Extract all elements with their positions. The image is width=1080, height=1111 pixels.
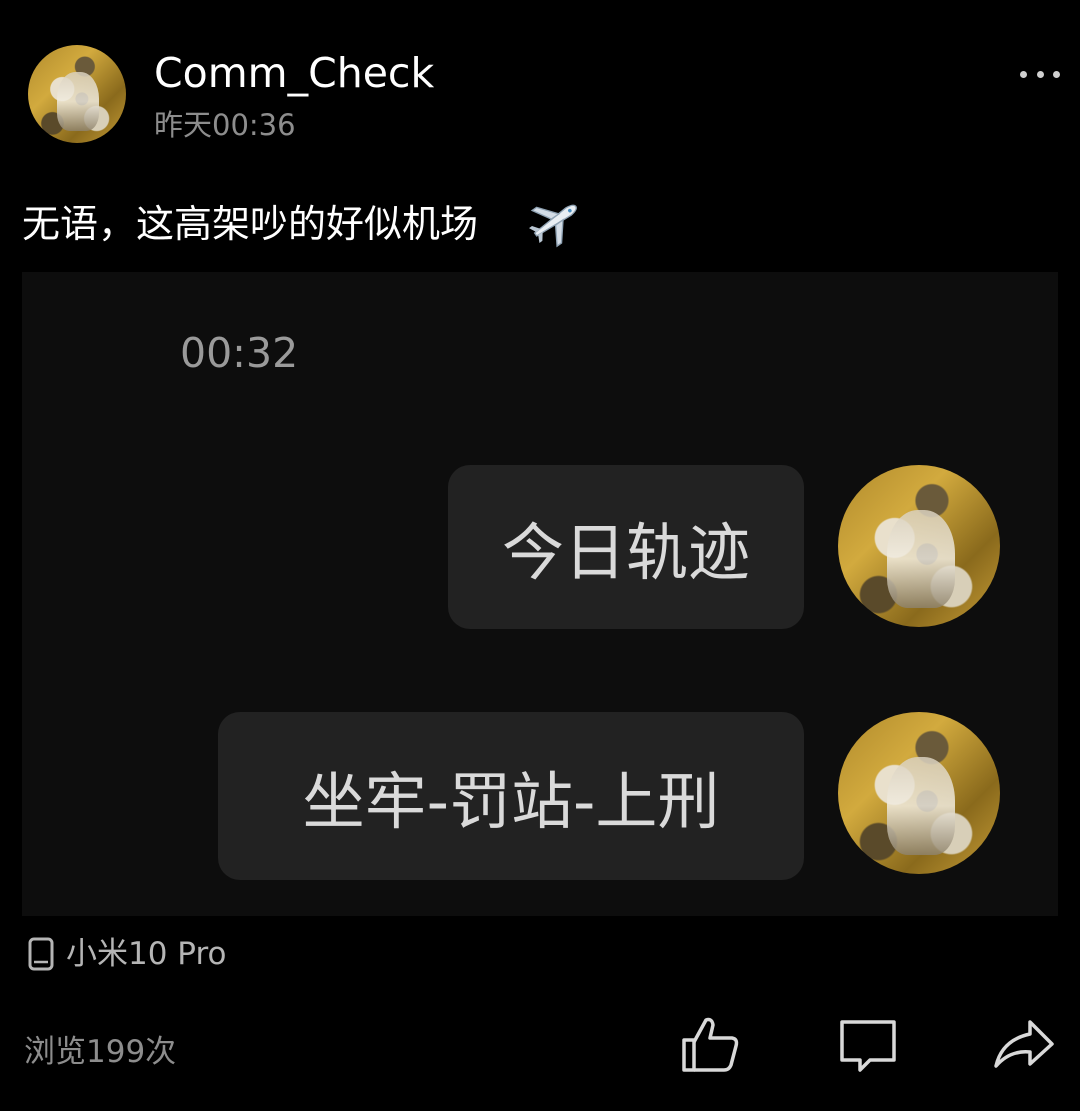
phone-icon <box>28 937 54 971</box>
chat-bubble: 坐牢-罚站-上刑 <box>218 712 804 880</box>
view-count: 浏览199次 <box>24 1034 177 1070</box>
attached-image[interactable]: 00:32 今日轨迹 坐牢-罚站-上刑 <box>22 272 1058 916</box>
post-timestamp: 昨天00:36 <box>154 108 296 142</box>
device-info: 小米10 Pro <box>28 934 226 974</box>
chat-timestamp: 00:32 <box>180 329 299 377</box>
more-options-button[interactable] <box>1020 62 1060 86</box>
comment-icon[interactable] <box>836 1012 900 1076</box>
thumbs-up-icon[interactable] <box>678 1012 742 1076</box>
chat-bubble: 今日轨迹 <box>448 465 804 629</box>
post-text: 无语，这高架吵的好似机场 <box>22 202 479 246</box>
airplane-icon <box>529 204 577 248</box>
chat-avatar <box>838 465 1000 627</box>
more-dot-icon <box>1036 70 1044 78</box>
share-icon[interactable] <box>992 1012 1056 1076</box>
author-name[interactable]: Comm_Check <box>154 48 434 98</box>
device-name: 小米10 Pro <box>66 936 227 972</box>
author-avatar[interactable] <box>28 45 126 143</box>
more-dot-icon <box>1020 70 1027 78</box>
chat-avatar <box>838 712 1000 874</box>
more-dot-icon <box>1053 70 1060 78</box>
